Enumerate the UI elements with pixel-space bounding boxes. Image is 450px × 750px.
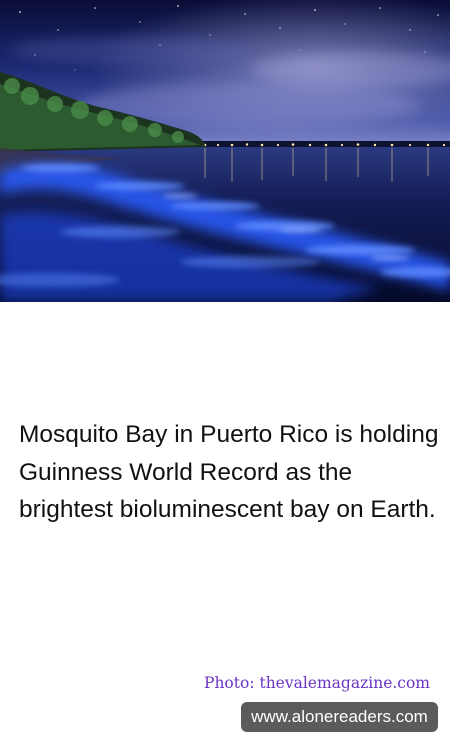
photo-credit: Photo: thevalemagazine.com <box>204 674 430 692</box>
bioluminescent-bay-photo <box>0 0 450 302</box>
photo-illustration <box>0 0 450 302</box>
caption-text: Mosquito Bay in Puerto Rico is holding G… <box>19 421 439 523</box>
watermark-badge: www.alonereaders.com <box>241 702 438 732</box>
